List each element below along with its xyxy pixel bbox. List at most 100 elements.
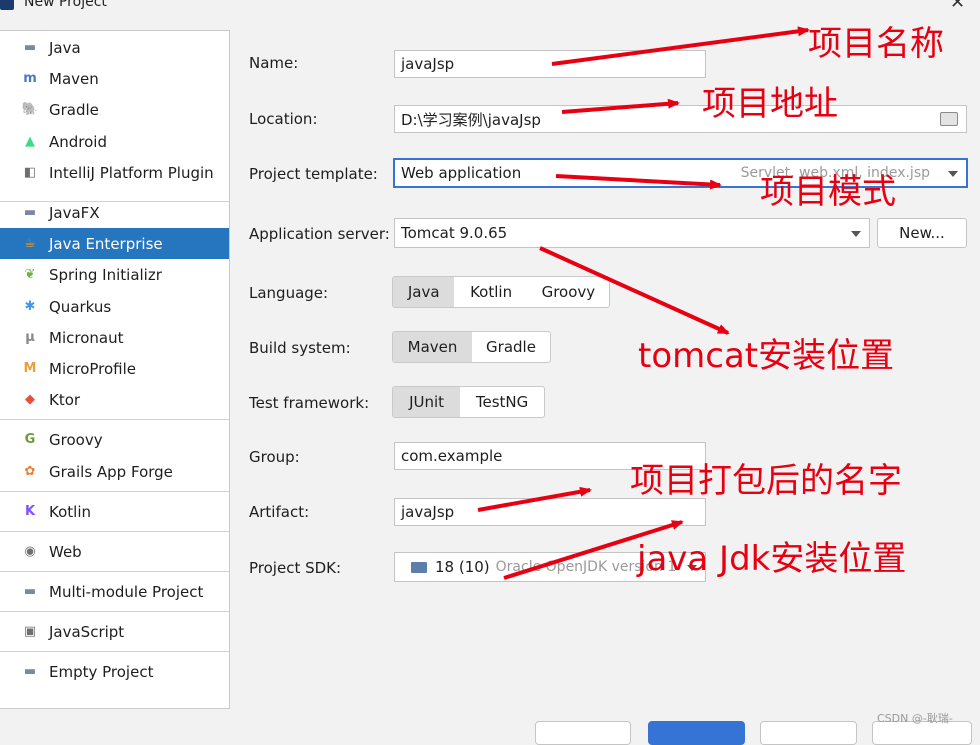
app-icon: [0, 0, 14, 10]
server-value: Tomcat 9.0.65: [401, 224, 508, 242]
sidebar-item-groovy[interactable]: G Groovy: [0, 424, 229, 455]
kotlin-icon: K: [24, 504, 36, 519]
sidebar-divider: [0, 419, 229, 420]
sidebar-divider: [0, 611, 229, 612]
annotation-jdk-location: java Jdk安装位置: [637, 539, 907, 579]
sidebar-item-label: Micronaut: [49, 328, 124, 347]
sidebar-item-java[interactable]: ▬ Java: [0, 32, 229, 63]
sidebar-item-ktor[interactable]: ◆ Ktor: [0, 384, 229, 415]
sidebar-item-javascript[interactable]: ▣ JavaScript: [0, 616, 229, 647]
sidebar-item-gradle[interactable]: 🐘 Gradle: [0, 94, 229, 125]
project-type-sidebar: ▬ Java m Maven 🐘 Gradle ▲ Android ◧ IntelliJ Plat…: [0, 30, 230, 709]
folder-icon: ▬: [23, 664, 37, 679]
chevron-down-icon: [948, 171, 958, 177]
sidebar-item-label: Ktor: [49, 390, 81, 409]
group-label: Group:: [249, 448, 300, 466]
sidebar-item-spring-initializr[interactable]: ❦ Spring Initializr: [0, 259, 229, 290]
artifact-value: javaJsp: [401, 503, 455, 521]
language-segmented: Java Kotlin Groovy: [392, 276, 610, 308]
grails-icon: ✿: [24, 464, 36, 479]
sidebar-item-label: Maven: [49, 69, 99, 88]
artifact-input[interactable]: javaJsp: [394, 498, 706, 526]
server-combobox[interactable]: Tomcat 9.0.65: [394, 218, 870, 248]
folder-icon: [411, 561, 427, 573]
artifact-label: Artifact:: [249, 503, 310, 521]
sidebar-item-kotlin[interactable]: K Kotlin: [0, 496, 229, 527]
web-icon: ◉: [24, 544, 36, 559]
location-input[interactable]: D:\学习案例\javaJsp: [394, 105, 967, 133]
android-icon: ▲: [25, 134, 35, 149]
language-option-java[interactable]: Java: [393, 277, 455, 307]
next-button[interactable]: [648, 721, 745, 745]
build-system-segmented: Maven Gradle: [392, 331, 551, 363]
test-option-testng[interactable]: TestNG: [460, 387, 544, 417]
language-label: Language:: [249, 284, 329, 302]
name-input[interactable]: javaJsp: [394, 50, 706, 78]
test-framework-label: Test framework:: [249, 394, 370, 412]
groovy-icon: G: [24, 432, 36, 447]
sidebar-item-multi-module-project[interactable]: ▬ Multi-module Project: [0, 576, 229, 607]
sidebar-item-java-enterprise[interactable]: ☕ Java Enterprise: [0, 228, 229, 259]
language-option-kotlin[interactable]: Kotlin: [454, 277, 527, 307]
sdk-label: Project SDK:: [249, 559, 342, 577]
sidebar-item-label: MicroProfile: [49, 359, 137, 378]
previous-button[interactable]: [535, 721, 631, 745]
cancel-button[interactable]: [760, 721, 857, 745]
sidebar-item-web[interactable]: ◉ Web: [0, 536, 229, 567]
sidebar-item-label: Quarkus: [49, 297, 112, 316]
template-label: Project template:: [249, 165, 378, 183]
group-value: com.example: [401, 447, 503, 465]
sidebar-item-label: Empty Project: [49, 662, 154, 681]
sidebar-item-maven[interactable]: m Maven: [0, 63, 229, 94]
sidebar-item-empty-project[interactable]: ▬ Empty Project: [0, 656, 229, 687]
annotation-artifact-name: 项目打包后的名字: [630, 461, 902, 501]
sidebar-item-label: Java Enterprise: [49, 234, 163, 253]
sidebar-item-android[interactable]: ▲ Android: [0, 126, 229, 157]
template-value: Web application: [401, 164, 522, 182]
sidebar-item-label: Gradle: [49, 100, 99, 119]
sidebar-item-label: Multi-module Project: [49, 582, 204, 601]
quarkus-icon: ✱: [24, 299, 36, 314]
sidebar-item-label: JavaScript: [49, 622, 125, 641]
sidebar-item-label: Grails App Forge: [49, 462, 173, 481]
annotation-project-location: 项目地址: [702, 84, 838, 124]
sidebar-item-javafx[interactable]: ▬ JavaFX: [0, 197, 229, 228]
sidebar-divider: [0, 651, 229, 652]
build-option-gradle[interactable]: Gradle: [472, 332, 550, 362]
folder-browse-icon[interactable]: [940, 112, 958, 126]
plugin-icon: ◧: [23, 165, 37, 180]
sidebar-item-quarkus[interactable]: ✱ Quarkus: [0, 291, 229, 322]
sidebar-item-intellij-platform-plugin[interactable]: ◧ IntelliJ Platform Plugin: [0, 157, 229, 188]
sdk-value: 18 (10): [435, 558, 490, 576]
sidebar-item-grails-app-forge[interactable]: ✿ Grails App Forge: [0, 456, 229, 487]
sidebar-item-microprofile[interactable]: M MicroProfile: [0, 353, 229, 384]
sidebar-item-label: Groovy: [49, 430, 103, 449]
folder-icon: ▬: [23, 205, 37, 220]
sidebar-item-label: Android: [49, 132, 107, 151]
annotation-tomcat-location: tomcat安装位置: [638, 336, 895, 376]
sidebar-divider: [0, 571, 229, 572]
build-option-maven[interactable]: Maven: [393, 332, 472, 362]
sidebar-divider: [0, 531, 229, 532]
sidebar-item-label: Web: [49, 542, 82, 561]
window-title: New Project: [24, 0, 107, 10]
name-label: Name:: [249, 54, 299, 72]
new-server-button[interactable]: New...: [877, 218, 967, 248]
test-framework-segmented: JUnit TestNG: [392, 386, 545, 418]
language-option-groovy[interactable]: Groovy: [528, 277, 609, 307]
maven-icon: m: [23, 71, 37, 86]
title-bar: New Project ✕: [0, 0, 980, 14]
location-label: Location:: [249, 110, 318, 128]
annotation-project-name: 项目名称: [808, 24, 944, 64]
sidebar-item-label: Java: [49, 38, 81, 57]
micronaut-icon: μ: [25, 330, 35, 345]
java-enterprise-icon: ☕: [24, 236, 36, 251]
test-option-junit[interactable]: JUnit: [393, 387, 461, 417]
sidebar-item-label: JavaFX: [49, 203, 100, 222]
microprofile-icon: M: [23, 361, 37, 376]
sidebar-item-micronaut[interactable]: μ Micronaut: [0, 322, 229, 353]
gradle-icon: 🐘: [21, 102, 39, 117]
javascript-icon: ▣: [23, 624, 37, 639]
close-icon[interactable]: ✕: [950, 0, 965, 13]
chevron-down-icon: [851, 231, 861, 237]
